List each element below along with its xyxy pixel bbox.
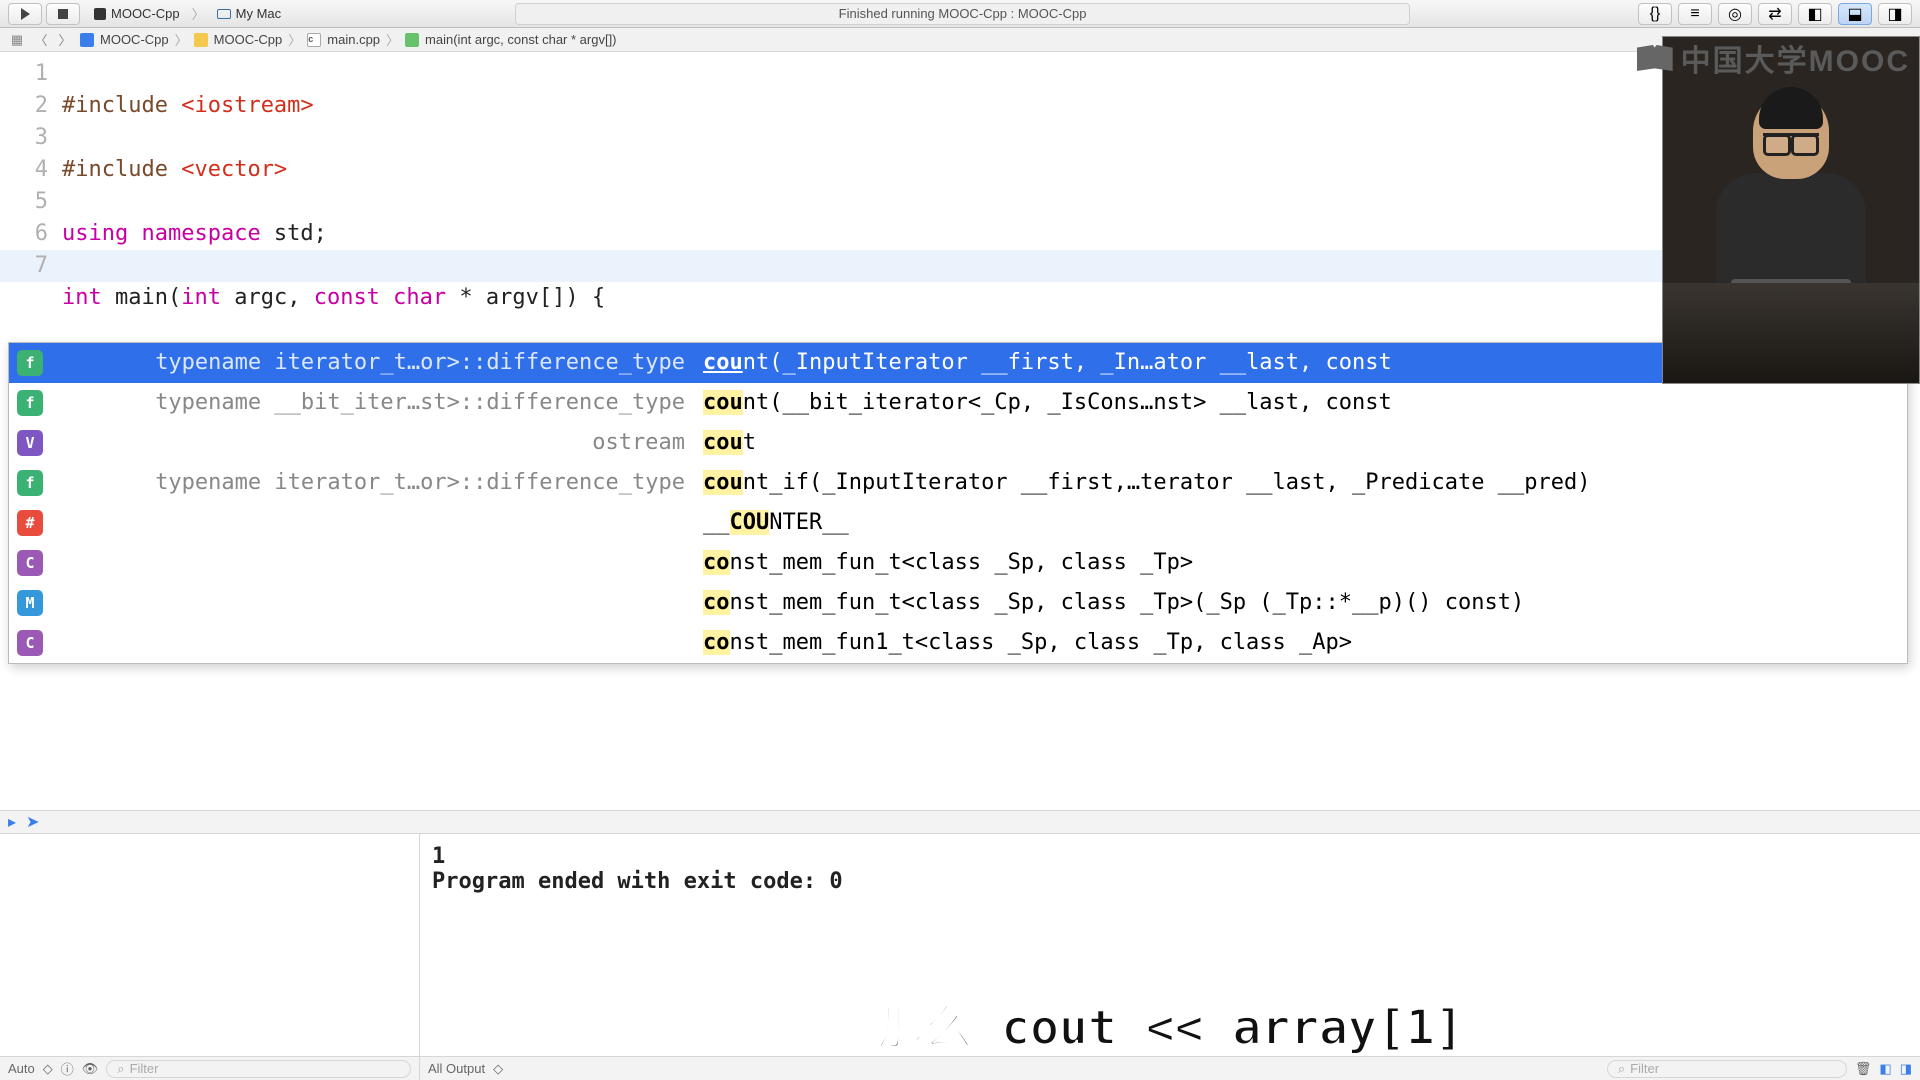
toggle-breakpoints-icon[interactable]: ▸ (8, 812, 16, 832)
presenter-video (1662, 36, 1920, 384)
standard-editor-icon[interactable]: ≡ (1678, 3, 1712, 25)
mooc-watermark: 中国大学MOOC (1637, 36, 1910, 80)
related-items-icon[interactable]: ▦ (8, 31, 26, 49)
console-line: 1 (432, 844, 1908, 869)
info-icon[interactable]: ⓘ (61, 1059, 74, 1078)
code-editor[interactable]: 1234567 #include <iostream> #include <ve… (0, 52, 1920, 810)
kind-function-icon: f (17, 470, 43, 496)
console-filter-input[interactable]: ⌕Filter (1607, 1060, 1847, 1078)
output-scope-select[interactable]: All Output (428, 1061, 485, 1076)
show-variables-icon[interactable]: ◧ (1879, 1061, 1891, 1077)
kind-class-icon: C (17, 630, 43, 656)
quicklook-icon[interactable]: 👁 (82, 1061, 99, 1077)
project-icon (80, 33, 94, 47)
debug-area: 1 Program ended with exit code: 0 那么 cou… (0, 834, 1920, 1080)
autocomplete-item[interactable]: V ostream cout (9, 423, 1907, 463)
folder-icon (194, 33, 208, 47)
show-console-icon[interactable]: ◨ (1900, 1061, 1912, 1077)
toggle-left-panel-icon[interactable]: ◧ (1798, 3, 1832, 25)
autocomplete-item[interactable]: C const_mem_fun1_t<class _Sp, class _Tp,… (9, 623, 1907, 663)
kind-class-icon: C (17, 550, 43, 576)
autocomplete-item[interactable]: f typename __bit_iter…st>::difference_ty… (9, 383, 1907, 423)
toggle-bottom-panel-icon[interactable]: ⬓ (1838, 3, 1872, 25)
version-editor-icon[interactable]: ⇄ (1758, 3, 1792, 25)
bottom-toolbar: Auto◇ ⓘ 👁 ⌕Filter All Output◇ ⌕Filter 🗑 … (0, 1056, 1920, 1080)
crumb-folder[interactable]: MOOC-Cpp (214, 32, 283, 47)
crumb-symbol[interactable]: main(int argc, const char * argv[]) (425, 32, 616, 47)
kind-function-icon: f (17, 350, 43, 376)
run-button[interactable] (8, 3, 42, 25)
variables-scope-select[interactable]: Auto (8, 1061, 35, 1076)
crumb-file[interactable]: main.cpp (327, 32, 380, 47)
scheme-project: MOOC-Cpp (111, 6, 180, 21)
kind-macro-icon: # (17, 510, 43, 536)
book-icon (1637, 45, 1673, 71)
kind-function-icon: f (17, 390, 43, 416)
line-gutter: 1234567 (0, 52, 62, 282)
toggle-right-panel-icon[interactable]: ◨ (1878, 3, 1912, 25)
activity-status: Finished running MOOC-Cpp : MOOC-Cpp (515, 3, 1410, 25)
kind-variable-icon: V (17, 430, 43, 456)
autocomplete-item[interactable]: M const_mem_fun_t<class _Sp, class _Tp>(… (9, 583, 1907, 623)
editor-options-icon[interactable]: {} (1638, 3, 1672, 25)
file-icon: c (307, 33, 321, 47)
stop-button[interactable] (46, 3, 80, 25)
console-line: Program ended with exit code: 0 (432, 869, 1908, 894)
assistant-editor-icon[interactable]: ◎ (1718, 3, 1752, 25)
autocomplete-item[interactable]: f typename iterator_t…or>::difference_ty… (9, 343, 1907, 383)
nav-back-icon[interactable]: 〈 (32, 31, 50, 49)
crumb-project[interactable]: MOOC-Cpp (100, 32, 169, 47)
continue-icon[interactable]: ➤ (26, 812, 39, 832)
autocomplete-item[interactable]: # __COUNTER__ (9, 503, 1907, 543)
video-subtitle: 那么 cout << array[1] (876, 988, 1463, 1058)
autocomplete-item[interactable]: C const_mem_fun_t<class _Sp, class _Tp> (9, 543, 1907, 583)
console-output[interactable]: 1 Program ended with exit code: 0 那么 cou… (420, 834, 1920, 1080)
function-icon (405, 33, 419, 47)
scheme-selector[interactable]: MOOC-Cpp 〉 My Mac (88, 4, 287, 23)
variables-filter-input[interactable]: ⌕Filter (106, 1060, 411, 1078)
jump-bar: ▦ 〈 〉 MOOC-Cpp〉 MOOC-Cpp〉 c main.cpp〉 ma… (0, 28, 1920, 52)
clear-console-icon[interactable]: 🗑 (1855, 1061, 1872, 1077)
autocomplete-item[interactable]: f typename iterator_t…or>::difference_ty… (9, 463, 1907, 503)
nav-forward-icon[interactable]: 〉 (56, 31, 74, 49)
autocomplete-popup[interactable]: f typename iterator_t…or>::difference_ty… (8, 342, 1908, 664)
scheme-destination: My Mac (236, 6, 282, 21)
top-toolbar: MOOC-Cpp 〉 My Mac Finished running MOOC-… (0, 0, 1920, 28)
kind-method-icon: M (17, 590, 43, 616)
variables-view[interactable] (0, 834, 420, 1080)
debug-bar: ▸ ➤ (0, 810, 1920, 834)
